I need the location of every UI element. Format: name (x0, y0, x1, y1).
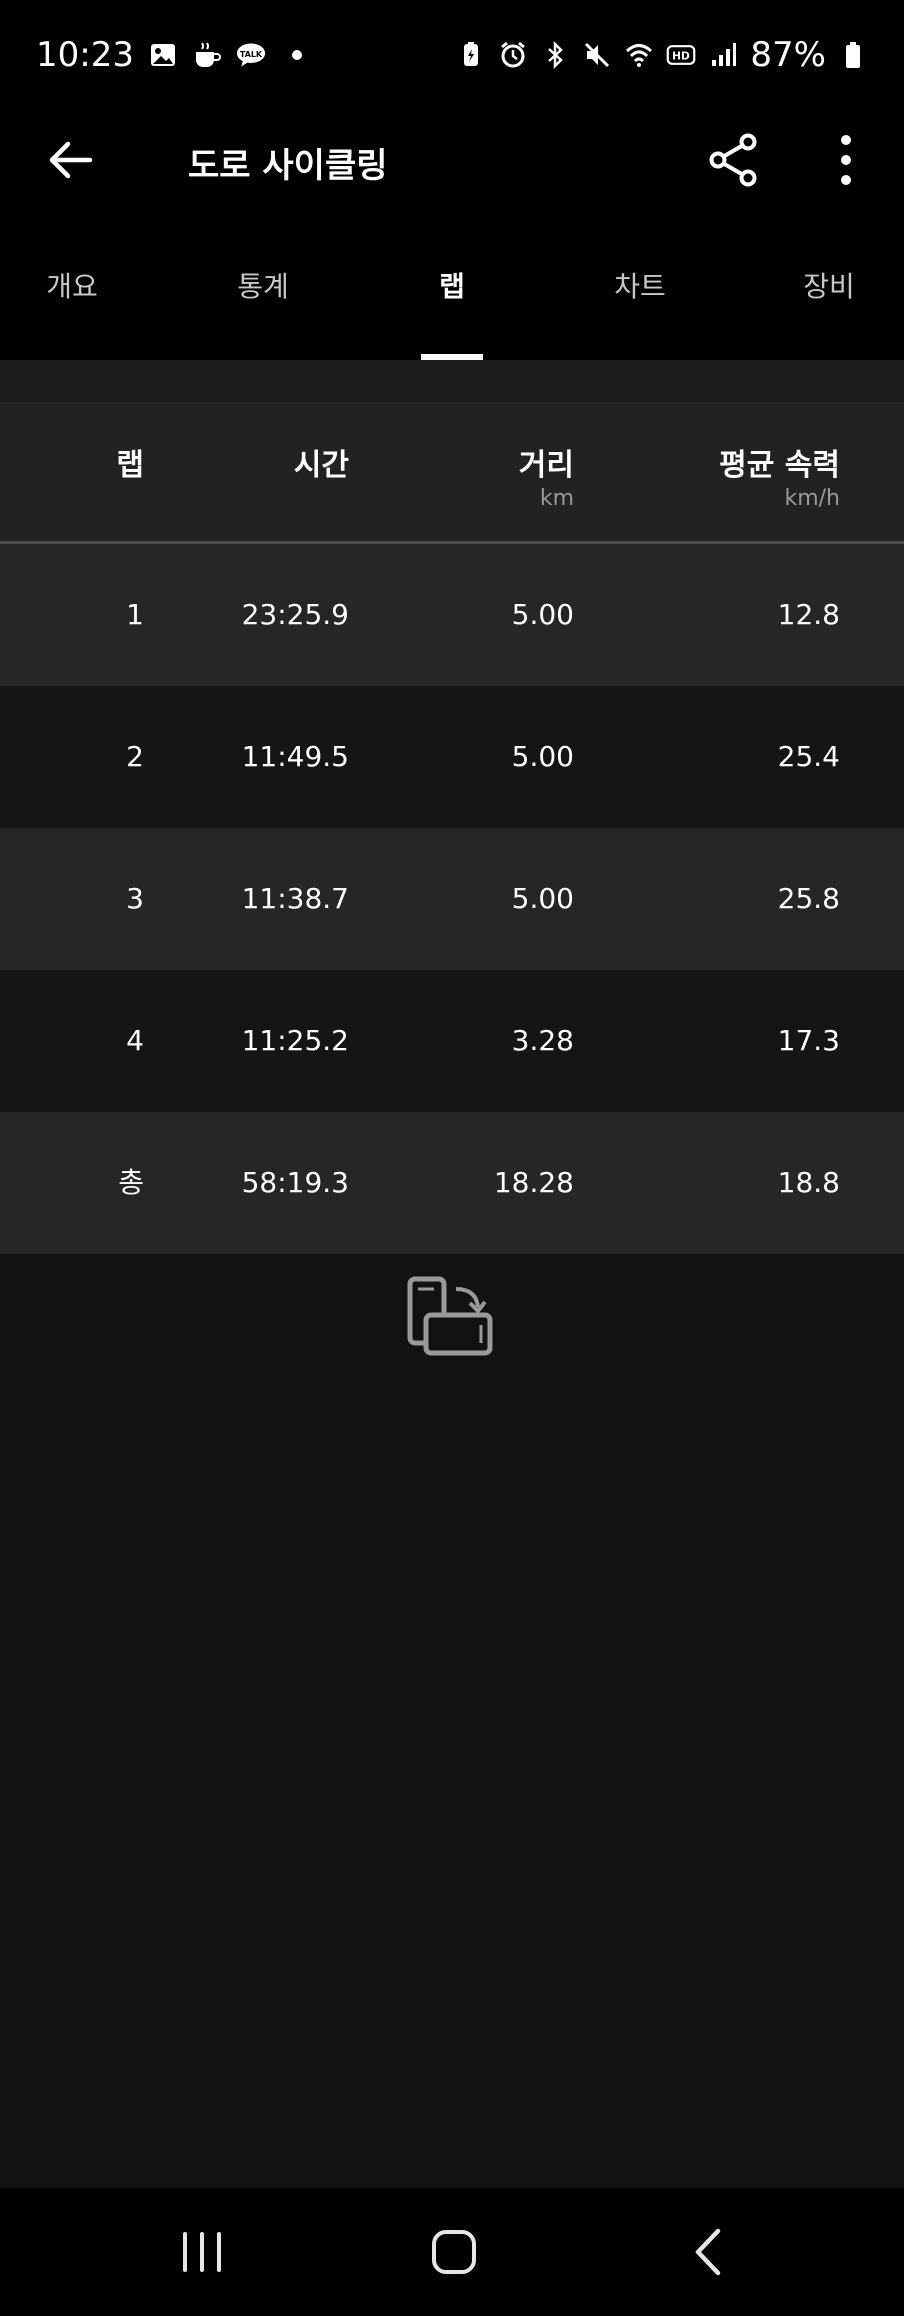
status-bar: 10:23 TALK HD 87% (0, 0, 904, 110)
cell-avg-speed: 18.8 (777, 1166, 840, 1199)
cell-avg-speed: 17.3 (777, 1024, 840, 1057)
cell-lap: 3 (126, 882, 144, 915)
table-row: 1 23:25.9 5.00 12.8 (0, 544, 904, 686)
cell-time: 11:38.7 (241, 882, 349, 915)
tab-label: 장비 (803, 270, 855, 303)
tab-bar: 개요 통계 랩 차트 장비 (0, 210, 904, 360)
cell-time: 58:19.3 (241, 1166, 349, 1199)
laps-table: 랩 시간 거리 km 평균 속력 km/h 1 23:25.9 5.00 12.… (0, 402, 904, 1254)
tab-label: 차트 (614, 270, 666, 303)
wifi-icon (626, 44, 653, 67)
rotate-screen-icon (407, 1276, 493, 1356)
table-row: 2 11:49.5 5.00 25.4 (0, 686, 904, 828)
page-title: 도로 사이클링 (188, 146, 388, 186)
more-options-button[interactable] (826, 130, 866, 190)
cell-lap: 1 (126, 598, 144, 631)
tab-equipment[interactable]: 장비 (749, 210, 904, 360)
cell-lap: 총 (118, 1166, 144, 1199)
tab-laps[interactable]: 랩 (372, 210, 532, 360)
column-unit-distance: km (539, 486, 574, 511)
cell-avg-speed: 25.4 (777, 740, 840, 773)
table-row: 4 11:25.2 3.28 17.3 (0, 970, 904, 1112)
talk-icon: TALK (236, 43, 266, 67)
battery-saver-icon (464, 42, 479, 66)
rotate-screen-button[interactable] (406, 1275, 496, 1361)
mute-icon (585, 42, 610, 68)
share-button[interactable] (704, 130, 764, 190)
gallery-icon (150, 44, 175, 66)
status-right: HD 87% (456, 35, 868, 75)
tab-overview[interactable]: 개요 (0, 210, 152, 360)
tab-charts[interactable]: 차트 (560, 210, 720, 360)
column-header-time: 시간 (293, 448, 349, 483)
status-left: 10:23 TALK (36, 35, 302, 75)
home-icon (432, 2230, 476, 2274)
cell-distance: 5.00 (511, 740, 574, 773)
cell-distance: 5.00 (511, 598, 574, 631)
battery-icon (846, 42, 860, 68)
svg-text:HD: HD (673, 50, 691, 62)
nav-back-button[interactable] (672, 2216, 744, 2288)
table-row-total: 총 58:19.3 18.28 18.8 (0, 1112, 904, 1254)
table-header: 랩 시간 거리 km 평균 속력 km/h (0, 402, 904, 544)
column-header-lap: 랩 (116, 448, 144, 483)
cell-distance: 3.28 (511, 1024, 574, 1057)
app-bar: 도로 사이클링 (0, 110, 904, 210)
column-unit-avg-speed: km/h (784, 486, 840, 511)
cell-avg-speed: 25.8 (777, 882, 840, 915)
coffee-icon (195, 42, 221, 67)
tab-label: 개요 (46, 270, 98, 303)
alarm-icon (501, 41, 526, 68)
home-button[interactable] (418, 2216, 490, 2288)
system-nav-bar (0, 2188, 904, 2316)
arrow-left-icon (49, 141, 93, 179)
cell-time: 11:25.2 (241, 1024, 349, 1057)
bluetooth-icon (548, 40, 564, 70)
tab-label: 랩 (439, 270, 465, 303)
battery-percent: 87% (750, 35, 826, 75)
cell-time: 11:49.5 (241, 740, 349, 773)
tab-label: 통계 (237, 270, 289, 303)
cell-distance: 5.00 (511, 882, 574, 915)
hd-icon: HD (667, 45, 696, 65)
tab-stats[interactable]: 통계 (183, 210, 343, 360)
cell-distance: 18.28 (493, 1166, 574, 1199)
spacer (0, 360, 904, 402)
back-chevron-icon (695, 2228, 721, 2276)
status-time: 10:23 (36, 35, 134, 75)
recents-button[interactable] (166, 2216, 238, 2288)
more-vert-icon (841, 135, 851, 185)
column-header-avg-speed: 평균 속력 (719, 448, 840, 483)
cell-time: 23:25.9 (241, 598, 349, 631)
cell-lap: 2 (126, 740, 144, 773)
table-row: 3 11:38.7 5.00 25.8 (0, 828, 904, 970)
recents-icon (183, 2232, 221, 2272)
column-header-distance: 거리 (518, 448, 574, 483)
share-icon (709, 133, 757, 187)
cell-lap: 4 (126, 1024, 144, 1057)
back-button[interactable] (40, 132, 100, 188)
notification-dot-icon (291, 50, 302, 60)
signal-icon (712, 43, 737, 66)
svg-text:TALK: TALK (240, 50, 263, 59)
cell-avg-speed: 12.8 (777, 598, 840, 631)
